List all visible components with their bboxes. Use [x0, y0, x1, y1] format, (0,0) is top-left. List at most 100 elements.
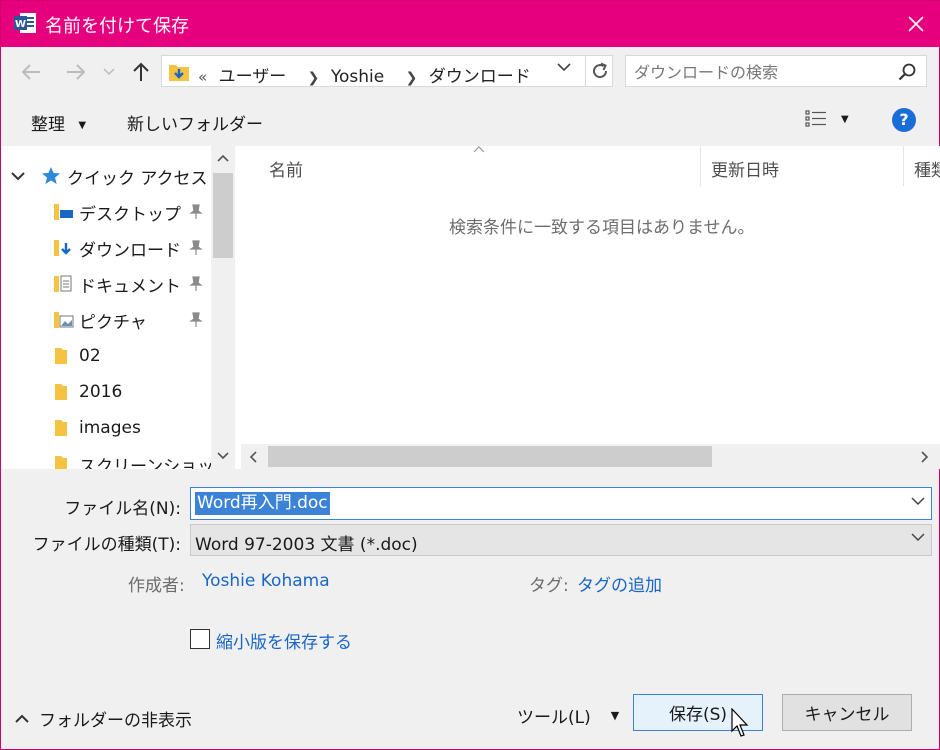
desktop-folder-icon: [54, 204, 73, 220]
breadcrumb-downloads[interactable]: ダウンロード: [429, 67, 531, 87]
save-as-dialog: W 名前を付けて保存 « ユーザー ❯ Yoshie ❯ ダウンロード ダウンロ…: [0, 0, 940, 750]
recent-locations-button[interactable]: [99, 59, 119, 85]
nav-item-02[interactable]: 02: [53, 339, 101, 373]
tags-label: タグ:: [529, 576, 569, 596]
nav-label: 2016: [79, 382, 123, 402]
refresh-button[interactable]: [585, 55, 613, 87]
column-header-name[interactable]: 名前: [269, 156, 303, 181]
nav-item-desktop[interactable]: デスクトップ: [53, 195, 181, 229]
nav-item-screenshots[interactable]: スクリーンショット: [53, 447, 211, 469]
filename-field[interactable]: Word再入門.doc: [190, 487, 932, 520]
breadcrumb: « ユーザー ❯ Yoshie ❯ ダウンロード: [198, 62, 537, 87]
refresh-icon: [592, 62, 607, 79]
nav-scrollbar[interactable]: [211, 146, 235, 469]
close-button[interactable]: [891, 1, 940, 47]
close-icon: [908, 16, 924, 32]
caret-down-icon: ▼: [610, 709, 620, 722]
chevron-down-icon: [103, 68, 115, 76]
caret-down-icon: ▼: [841, 113, 849, 125]
author-value[interactable]: Yoshie Kohama: [202, 571, 330, 591]
folder-icon: [55, 348, 67, 364]
arrow-left-icon: [21, 64, 40, 80]
nav-item-2016[interactable]: 2016: [53, 375, 122, 409]
title-bar: W 名前を付けて保存: [1, 1, 940, 47]
breadcrumb-users[interactable]: ユーザー: [219, 67, 287, 87]
help-icon: ?: [899, 110, 909, 129]
nav-item-documents[interactable]: ドキュメント: [53, 267, 181, 301]
nav-label: デスクトップ: [79, 204, 181, 225]
nav-item-images[interactable]: images: [53, 411, 141, 445]
breadcrumb-overflow[interactable]: «: [198, 68, 207, 86]
downloads-folder-icon: [169, 65, 189, 81]
scroll-up-icon[interactable]: [217, 154, 229, 162]
search-icon[interactable]: [898, 63, 916, 81]
file-list[interactable]: 名前 更新日時 種類 検索条件に一致する項目はありません。: [241, 146, 940, 469]
hide-folders-button[interactable]: フォルダーの非表示: [15, 706, 192, 731]
search-box[interactable]: [625, 55, 927, 87]
up-button[interactable]: [128, 59, 154, 85]
author-label: 作成者:: [128, 576, 185, 596]
navigation-pane[interactable]: クイック アクセス デスクトップ ダウンロード ドキュメント ピクチャ 02 2…: [1, 146, 211, 469]
forward-button[interactable]: [63, 59, 89, 85]
scrollbar-thumb[interactable]: [268, 446, 712, 467]
arrow-right-icon: [67, 64, 86, 80]
nav-item-downloads[interactable]: ダウンロード: [53, 231, 181, 265]
sort-ascending-icon: [473, 146, 485, 153]
cancel-button[interactable]: キャンセル: [782, 694, 912, 731]
chevron-right-icon[interactable]: ❯: [308, 70, 320, 86]
nav-label: ピクチャ: [79, 312, 147, 333]
nav-label: 02: [79, 346, 101, 366]
save-thumbnail-checkbox[interactable]: [190, 629, 210, 649]
column-divider[interactable]: [903, 146, 904, 186]
pin-icon[interactable]: [189, 204, 203, 225]
scroll-right-icon[interactable]: [921, 451, 929, 463]
filename-value[interactable]: Word再入門.doc: [195, 492, 330, 515]
documents-folder-icon: [54, 275, 72, 292]
pin-icon[interactable]: [189, 276, 203, 297]
word-app-icon: W: [14, 13, 36, 33]
nav-quick-access[interactable]: クイック アクセス: [11, 159, 208, 193]
organize-button[interactable]: 整理 ▼: [31, 110, 86, 135]
pictures-folder-icon: [54, 312, 74, 328]
svg-text:W: W: [15, 19, 26, 30]
scroll-down-icon[interactable]: [217, 452, 229, 460]
nav-item-pictures[interactable]: ピクチャ: [53, 303, 147, 337]
help-button[interactable]: ?: [892, 108, 916, 132]
pin-icon[interactable]: [189, 312, 203, 333]
nav-label: クイック アクセス: [67, 168, 208, 189]
downloads-folder-icon: [54, 240, 71, 256]
nav-label: ドキュメント: [79, 276, 181, 297]
pin-icon[interactable]: [189, 240, 203, 261]
address-dropdown-icon[interactable]: [557, 63, 571, 72]
nav-label: ダウンロード: [79, 240, 181, 261]
save-thumbnail-label[interactable]: 縮小版を保存する: [216, 628, 352, 653]
back-button[interactable]: [18, 59, 44, 85]
view-options-button[interactable]: ▼: [805, 110, 849, 128]
filetype-label: ファイルの種類(T):: [32, 535, 181, 555]
add-tag-link[interactable]: タグの追加: [577, 571, 662, 596]
chevron-down-icon[interactable]: [911, 497, 925, 506]
scroll-left-icon[interactable]: [249, 451, 257, 463]
star-icon: [42, 167, 60, 184]
new-folder-button[interactable]: 新しいフォルダー: [127, 110, 263, 135]
chevron-down-icon[interactable]: [11, 171, 25, 181]
filetype-select[interactable]: Word 97-2003 文書 (*.doc): [190, 524, 932, 556]
folder-icon: [55, 384, 67, 400]
chevron-down-icon[interactable]: [911, 533, 925, 542]
chevron-up-icon: [15, 714, 29, 723]
column-header-modified[interactable]: 更新日時: [711, 156, 779, 181]
breadcrumb-yoshie[interactable]: Yoshie: [331, 67, 384, 87]
address-bar[interactable]: « ユーザー ❯ Yoshie ❯ ダウンロード: [161, 55, 613, 87]
filename-label: ファイル名(N):: [64, 499, 181, 519]
column-divider[interactable]: [700, 146, 701, 186]
hide-folders-label: フォルダーの非表示: [39, 711, 192, 731]
column-header-type[interactable]: 種類: [914, 156, 940, 181]
file-list-scrollbar[interactable]: [241, 444, 940, 469]
mouse-cursor-icon: [731, 708, 749, 737]
scrollbar-thumb[interactable]: [213, 173, 233, 258]
empty-message: 検索条件に一致する項目はありません。: [449, 218, 755, 238]
browser-pane: クイック アクセス デスクトップ ダウンロード ドキュメント ピクチャ 02 2…: [1, 146, 940, 469]
search-input[interactable]: [634, 60, 884, 84]
tools-button[interactable]: ツール(L) ▼: [517, 703, 619, 728]
chevron-right-icon[interactable]: ❯: [406, 70, 418, 86]
